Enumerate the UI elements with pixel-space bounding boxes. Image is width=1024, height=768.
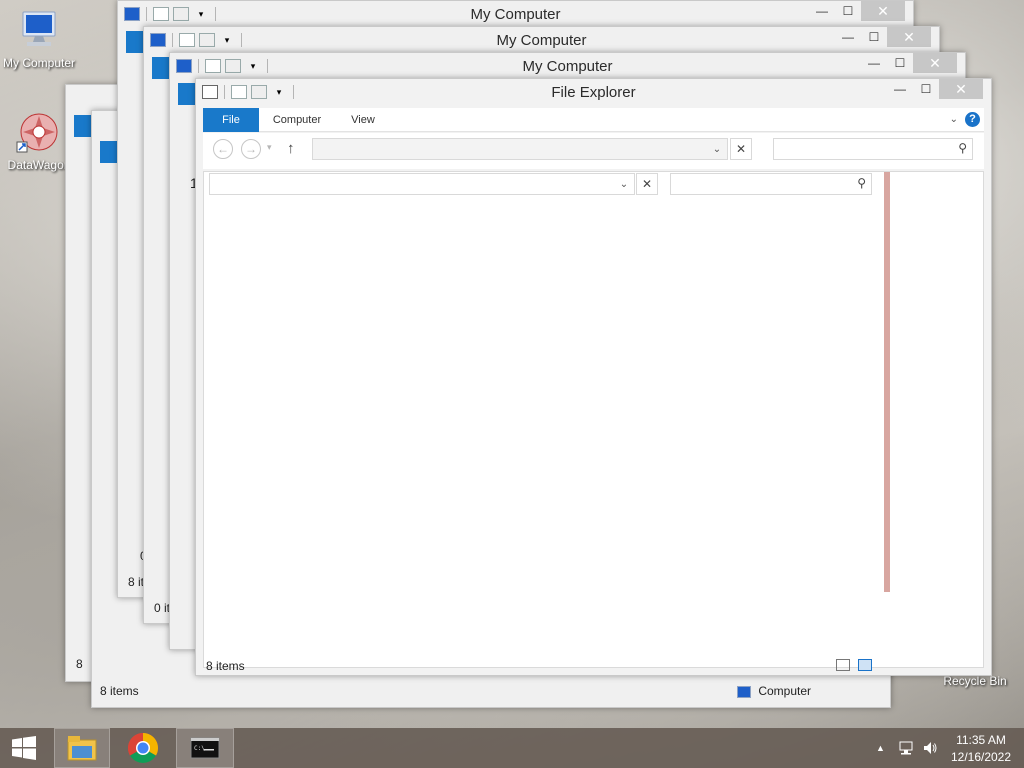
windows-logo-icon [12,736,36,760]
caption-buttons: — ☐ ✕ [835,27,931,47]
datawagon-icon [15,110,63,156]
chrome-icon [127,733,159,764]
search-icon: ⚲ [857,176,866,190]
recent-locations-icon[interactable]: ▾ [267,142,272,153]
volume-icon[interactable] [922,740,938,756]
computer-icon [737,685,751,698]
chevron-down-icon[interactable]: ⌄ [616,176,632,192]
folder-icon [67,736,97,761]
status-items: 8 items [100,684,139,698]
close-button[interactable]: ✕ [861,1,905,21]
status-location-label: Computer [758,684,812,698]
search-field-inner[interactable]: ⚲ [670,173,872,195]
tab-file[interactable]: File [203,108,259,132]
close-button[interactable]: ✕ [913,53,957,73]
title-bar[interactable]: ▾ File Explorer — ☐ ✕ [196,79,991,107]
large-icons-view-icon[interactable] [858,659,872,671]
caption-buttons: — ☐ ✕ [809,1,905,21]
maximize-button[interactable]: ☐ [835,1,861,21]
content-pane[interactable]: ⌄ ✕ ⚲ [203,171,984,668]
caption-buttons: — ☐ ✕ [887,79,983,99]
desktop-icon-label: Recycle Bin [943,674,1007,688]
back-button[interactable]: ← [213,139,233,159]
minimize-button[interactable]: — [861,53,887,73]
pane-divider [884,172,890,592]
minimize-button[interactable]: — [835,27,861,47]
desktop-icon-label: My Computer [2,56,76,70]
forward-button[interactable]: → [241,139,261,159]
minimize-button[interactable]: — [809,1,835,21]
search-icon: ⚲ [958,141,967,155]
breadcrumb-field[interactable]: ⌄ [209,173,635,195]
window-title: My Computer [496,32,587,49]
clear-address-button[interactable]: ✕ [730,138,752,160]
window-title: My Computer [470,6,561,23]
taskbar-file-explorer[interactable] [54,728,110,768]
computer-icon [15,8,63,54]
help-icon[interactable]: ? [965,112,980,127]
tab-computer[interactable]: Computer [269,108,325,132]
close-button[interactable]: ✕ [887,27,931,47]
minimize-button[interactable]: — [887,79,913,99]
title-bar[interactable]: ▾ My Computer — ☐ ✕ [170,53,965,81]
taskbar-chrome[interactable] [117,728,169,768]
status-location: Computer [737,684,811,698]
maximize-button[interactable]: ☐ [861,27,887,47]
ribbon-expand-icon[interactable]: ⌄ [950,114,958,125]
svg-text:C:\: C:\ [194,745,205,752]
chevron-down-icon[interactable]: ⌄ [709,141,725,157]
address-bar[interactable]: ⌄ [312,138,728,160]
taskbar: C:\ ▲ 11:35 AM 12/16/2022 [0,728,1024,768]
window-title: My Computer [522,58,613,75]
desktop-icon-my-computer[interactable]: My Computer [0,8,78,70]
maximize-button[interactable]: ☐ [913,79,939,99]
search-input[interactable]: ⚲ [773,138,973,160]
maximize-button[interactable]: ☐ [887,53,913,73]
show-hidden-icons-icon[interactable]: ▲ [876,743,885,753]
status-items: 0 it [154,601,171,615]
status-items: 8 [76,657,83,671]
title-bar[interactable]: ▾ My Computer — ☐ ✕ [144,27,939,55]
taskbar-command-prompt[interactable]: C:\ [176,728,234,768]
clear-breadcrumb-button[interactable]: ✕ [636,173,658,195]
caption-buttons: — ☐ ✕ [861,53,957,73]
window-title: File Explorer [551,84,636,101]
title-bar[interactable]: ▾ My Computer — ☐ ✕ [118,1,913,29]
status-items: 8 it [128,575,145,589]
clock-time[interactable]: 11:35 AM [946,733,1016,747]
close-button[interactable]: ✕ [939,79,983,99]
command-prompt-icon: C:\ [190,737,220,759]
network-icon[interactable] [898,740,914,756]
details-view-icon[interactable] [836,659,850,671]
navigation-bar: ← → ▾ ↑ ⌄ ✕ ⚲ [203,133,984,169]
status-items: 8 items [206,659,245,673]
tab-view[interactable]: View [343,108,383,132]
up-button[interactable]: ↑ [287,140,295,157]
window-file-explorer[interactable]: ▾ File Explorer — ☐ ✕ File Computer View… [195,78,992,676]
ribbon-tabs: File Computer View ⌄ ? [203,108,984,132]
start-button[interactable] [0,728,48,768]
clock-date[interactable]: 12/16/2022 [946,750,1016,764]
desktop: My Computer DataWagon Recycle Bin 8 8 it… [0,0,1024,728]
